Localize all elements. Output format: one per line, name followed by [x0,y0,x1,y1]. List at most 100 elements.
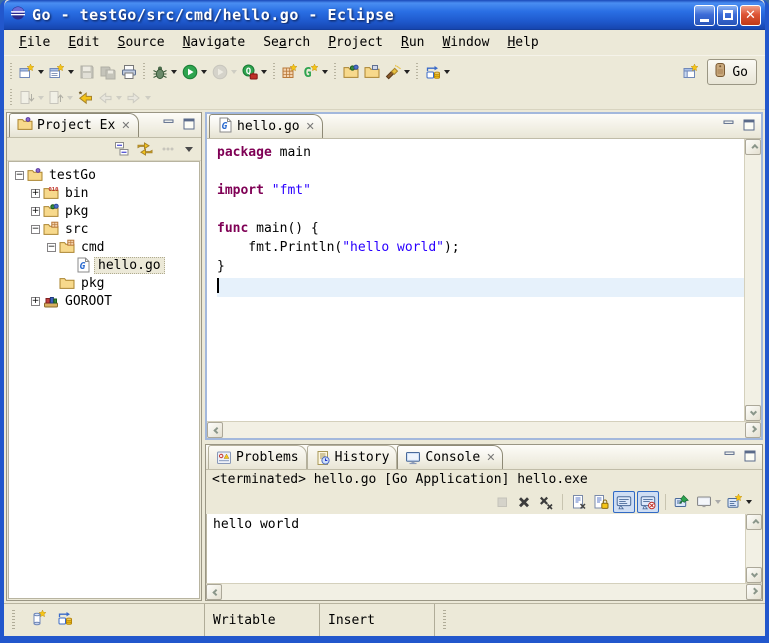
dropdown-arrow-icon[interactable] [746,500,752,504]
collapse-icon[interactable]: − [47,243,56,252]
open-type-button[interactable] [341,62,361,82]
dropdown-arrow-icon[interactable] [201,70,207,74]
open-perspective-button[interactable] [681,62,701,82]
dropdown-arrow-icon[interactable] [116,96,122,100]
toolbar-grip[interactable] [271,63,278,81]
code-line-3[interactable]: import "fmt" [217,183,744,202]
search-button[interactable] [383,62,412,82]
filters-button[interactable] [158,139,178,159]
close-button[interactable]: ✕ [740,5,761,26]
tree-item-src[interactable]: −src [9,220,199,238]
perspective-go-button[interactable]: Go [707,59,757,85]
debug-button[interactable] [150,62,179,82]
tree-item-bin[interactable]: +010bin [9,184,199,202]
expand-icon[interactable]: + [31,189,40,198]
dropdown-arrow-icon[interactable] [231,70,237,74]
new-wizard-button[interactable] [47,62,76,82]
view-menu-button[interactable] [181,141,197,157]
menu-help[interactable]: Help [498,33,547,52]
menu-window[interactable]: Window [433,33,498,52]
tree-item-pkg[interactable]: pkg [9,274,199,292]
maximize-view-button[interactable] [181,117,197,131]
new-go-element-button[interactable]: G [301,62,330,82]
maximize-console-button[interactable] [742,449,758,463]
code-editor[interactable]: package main import "fmt" func main() { fm… [207,139,744,421]
editor-horizontal-scrollbar[interactable] [207,421,761,438]
collapse-icon[interactable]: − [15,171,24,180]
scroll-right-button[interactable] [746,584,762,600]
console-output[interactable]: hello world [206,514,745,583]
code-line-2[interactable] [217,164,744,183]
dropdown-arrow-icon[interactable] [404,70,410,74]
scroll-down-button[interactable] [746,567,762,583]
menu-search[interactable]: Search [254,33,319,52]
new-button[interactable] [17,62,46,82]
code-line-6[interactable]: fmt.Println("hello world"); [217,240,744,259]
go-install-icon[interactable] [57,610,73,630]
display-console-button[interactable] [694,492,723,512]
minimize-editor-button[interactable] [721,118,737,132]
editor-vertical-scrollbar[interactable] [744,139,761,421]
console-tab-problems[interactable]: Problems [208,445,307,469]
code-line-5[interactable]: func main() { [217,221,744,240]
back-button[interactable] [95,88,124,108]
external-tools-button[interactable]: Q [240,62,269,82]
scroll-right-button[interactable] [745,422,761,438]
console-vertical-scrollbar[interactable] [745,514,762,583]
minimize-console-button[interactable] [722,449,738,463]
minimize-view-button[interactable] [161,117,177,131]
new-go-project-button[interactable] [280,62,300,82]
scroll-left-button[interactable] [206,584,222,600]
tree-item-pkg[interactable]: +pkg [9,202,199,220]
menu-run[interactable]: Run [392,33,433,52]
tree-item-hello-go[interactable]: Ghello.go [9,256,199,274]
code-line-7[interactable]: } [217,259,744,278]
go-app-icon[interactable] [31,610,47,630]
print-button[interactable] [119,62,139,82]
tree-item-cmd[interactable]: −cmd [9,238,199,256]
dropdown-arrow-icon[interactable] [38,96,44,100]
pin-console-button[interactable] [672,492,692,512]
open-resource-button[interactable] [362,62,382,82]
expand-icon[interactable]: + [31,297,40,306]
collapse-all-button[interactable] [112,139,132,159]
clear-console-button[interactable] [569,492,589,512]
expand-icon[interactable]: + [31,207,40,216]
scroll-up-button[interactable] [745,139,761,155]
menu-file[interactable]: File [10,33,59,52]
toolbar-grip[interactable] [332,63,339,81]
dropdown-arrow-icon[interactable] [171,70,177,74]
tree-item-goroot[interactable]: +GOROOT [9,292,199,310]
prev-annotation-button[interactable] [46,88,75,108]
remove-launch-button[interactable] [514,492,534,512]
dropdown-arrow-icon[interactable] [145,96,151,100]
go-install-button[interactable] [423,62,452,82]
console-tab-console[interactable]: Console✕ [397,445,503,469]
toolbar-grip[interactable] [8,63,15,81]
scroll-lock-button[interactable] [591,492,611,512]
code-line-8[interactable] [217,278,744,297]
menu-navigate[interactable]: Navigate [174,33,255,52]
dropdown-arrow-icon[interactable] [261,70,267,74]
close-editor-icon[interactable]: ✕ [306,120,315,133]
toolbar-grip[interactable] [8,89,15,107]
titlebar[interactable]: Go - testGo/src/cmd/hello.go - Eclipse ✕ [4,0,765,30]
menu-edit[interactable]: Edit [59,33,108,52]
forward-button[interactable] [124,88,153,108]
open-console-button[interactable] [725,492,754,512]
maximize-editor-button[interactable] [741,118,757,132]
terminate-button[interactable] [492,492,512,512]
scroll-left-button[interactable] [207,422,223,438]
code-line-1[interactable]: package main [217,145,744,164]
save-button[interactable] [77,62,97,82]
run-history-button[interactable] [210,62,239,82]
remove-all-terminated-button[interactable] [536,492,556,512]
code-line-4[interactable] [217,202,744,221]
next-annotation-button[interactable] [17,88,46,108]
dropdown-arrow-icon[interactable] [444,70,450,74]
close-view-icon[interactable]: ✕ [486,451,495,464]
last-edit-location-button[interactable] [75,88,95,108]
dropdown-arrow-icon[interactable] [38,70,44,74]
dropdown-arrow-icon[interactable] [67,96,73,100]
link-with-editor-button[interactable] [135,139,155,159]
